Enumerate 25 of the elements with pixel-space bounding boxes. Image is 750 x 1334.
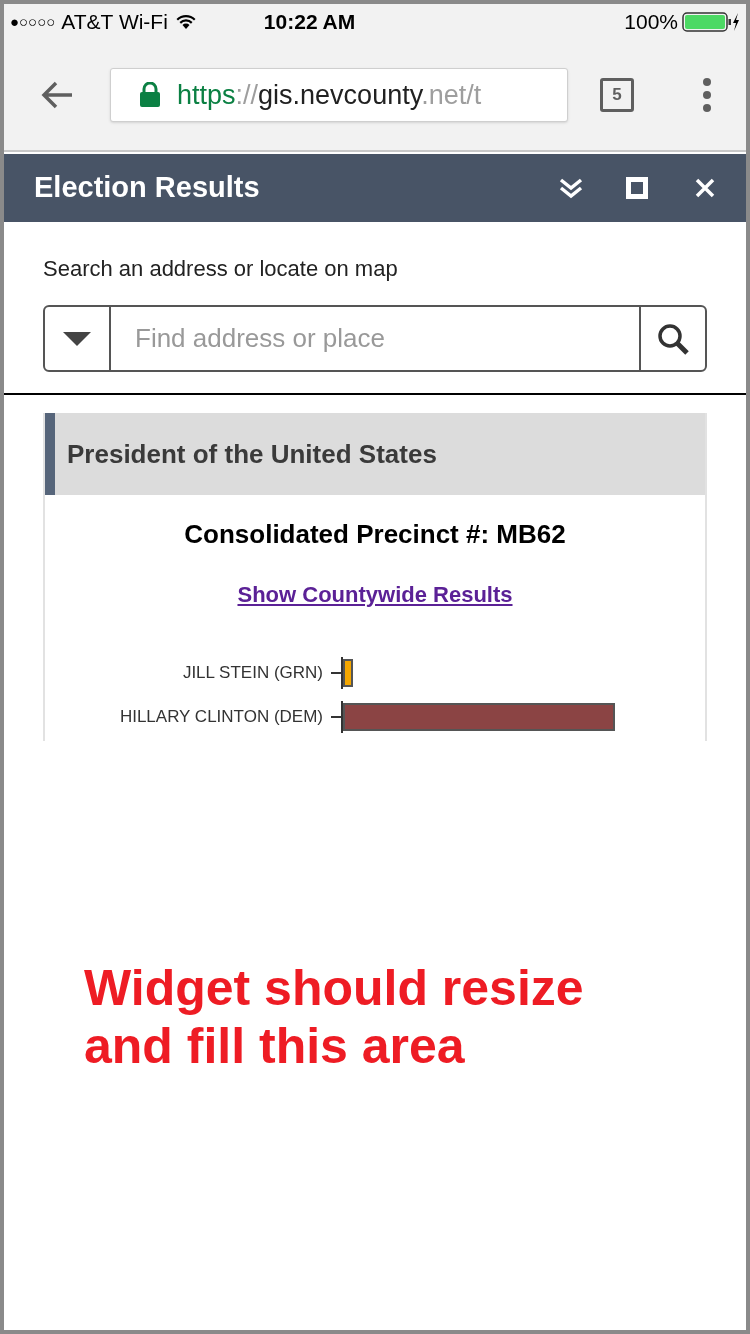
search-input[interactable]: Find address or place — [111, 307, 639, 370]
more-menu-button[interactable] — [702, 78, 712, 112]
clock-time: 10:22 AM — [263, 9, 356, 36]
search-field[interactable]: Find address or place — [43, 305, 707, 372]
signal-dots: ●○○○○ — [10, 11, 56, 32]
countywide-link[interactable]: Show Countywide Results — [237, 578, 513, 611]
battery-icon — [682, 12, 740, 32]
section-title: President of the United States — [67, 437, 437, 471]
search-icon — [657, 322, 689, 355]
close-button[interactable] — [694, 177, 716, 199]
lock-icon — [139, 82, 161, 108]
precinct-title: Consolidated Precinct #: MB62 — [183, 518, 567, 551]
url-text: https://gis.nevcounty.net/t — [177, 78, 482, 112]
wifi-icon — [175, 14, 196, 30]
caret-icon — [63, 331, 91, 346]
candidate-label: HILLARY CLINTON (DEM) — [118, 706, 323, 729]
carrier-name: AT&T Wi-Fi — [61, 9, 168, 36]
widget-title: Election Results — [34, 170, 260, 206]
url-field[interactable]: https://gis.nevcounty.net/t — [110, 68, 568, 122]
tab-count-button[interactable]: 5 — [600, 78, 634, 112]
candidate-label: JILL STEIN (GRN) — [181, 662, 323, 685]
annotation-text: Widget should resize and fill this area — [84, 959, 585, 1075]
maximize-button[interactable] — [626, 177, 648, 199]
battery-percent: 100% — [624, 9, 678, 36]
search-label: Search an address or locate on map — [43, 255, 399, 283]
